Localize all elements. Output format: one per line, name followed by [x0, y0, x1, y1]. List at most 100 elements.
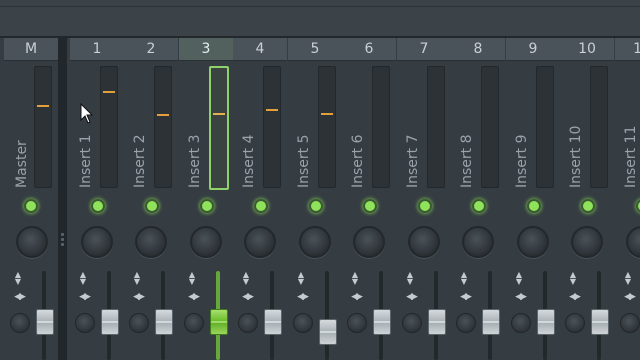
stereo-knob-icon[interactable] — [293, 313, 313, 333]
pan-knob-icon[interactable] — [135, 226, 167, 258]
swap-channels-icon[interactable]: ◀▶ — [238, 291, 256, 303]
volume-fader-icon[interactable] — [482, 309, 500, 335]
up-down-arrows-icon[interactable]: ▲ ▼ — [240, 271, 252, 286]
mixer-strip[interactable]: 5 Insert 5 ▲ ▼ ◀▶ — [288, 38, 342, 360]
up-down-arrows-icon[interactable]: ▲ ▼ — [404, 271, 416, 286]
pan-knob-icon[interactable] — [244, 226, 276, 258]
mixer-strip[interactable]: 4 Insert 4 ▲ ▼ ◀▶ — [233, 38, 287, 360]
send-led-icon[interactable] — [145, 199, 159, 213]
track-number[interactable]: 11 — [615, 38, 640, 61]
pan-knob-icon[interactable] — [299, 226, 331, 258]
track-number[interactable]: 10 — [560, 38, 614, 61]
swap-channels-icon[interactable]: ◀▶ — [402, 291, 420, 303]
up-down-arrows-icon[interactable]: ▲ ▼ — [295, 271, 307, 286]
track-name[interactable]: Insert 5 — [296, 134, 312, 188]
send-led-icon[interactable] — [363, 199, 377, 213]
pan-knob-icon[interactable] — [353, 226, 385, 258]
track-name[interactable]: Insert 7 — [405, 134, 421, 188]
level-meter[interactable] — [34, 66, 52, 188]
pan-knob-icon[interactable] — [408, 226, 440, 258]
stereo-knob-icon[interactable] — [565, 313, 585, 333]
stereo-knob-icon[interactable] — [402, 313, 422, 333]
level-meter[interactable] — [590, 66, 608, 188]
volume-fader-icon[interactable] — [101, 309, 119, 335]
mixer-strip[interactable]: 7 Insert 7 ▲ ▼ ◀▶ — [397, 38, 451, 360]
level-meter[interactable] — [372, 66, 390, 188]
pan-knob-icon[interactable] — [626, 226, 640, 258]
track-number[interactable]: 8 — [451, 38, 505, 61]
swap-channels-icon[interactable]: ◀▶ — [129, 291, 147, 303]
send-led-icon[interactable] — [581, 199, 595, 213]
send-led-icon[interactable] — [91, 199, 105, 213]
up-down-arrows-icon[interactable]: ▲ ▼ — [513, 271, 525, 286]
level-meter[interactable] — [318, 66, 336, 188]
mixer-strip[interactable]: 11 Insert 11 ▲▼ ◀▶ — [615, 38, 640, 360]
level-meter[interactable] — [427, 66, 445, 188]
swap-channels-icon[interactable]: ◀▶ — [75, 291, 93, 303]
track-name[interactable]: Insert 9 — [514, 134, 530, 188]
master-separator[interactable] — [58, 38, 67, 360]
track-number[interactable]: 6 — [342, 38, 396, 61]
level-meter[interactable] — [100, 66, 118, 188]
stereo-knob-icon[interactable] — [347, 313, 367, 333]
level-meter[interactable] — [481, 66, 499, 188]
stereo-knob-icon[interactable] — [511, 313, 531, 333]
track-name[interactable]: Insert 4 — [241, 134, 257, 188]
track-number[interactable]: 2 — [124, 38, 178, 61]
volume-fader-icon[interactable] — [591, 309, 609, 335]
swap-channels-icon[interactable]: ◀▶ — [620, 291, 638, 303]
pan-knob-icon[interactable] — [190, 226, 222, 258]
send-led-icon[interactable] — [24, 199, 38, 213]
track-name[interactable]: Insert 1 — [78, 134, 94, 188]
track-number[interactable]: 1 — [70, 38, 124, 61]
swap-channels-icon[interactable]: ◀▶ — [293, 291, 311, 303]
stereo-knob-icon[interactable] — [456, 313, 476, 333]
up-down-arrows-icon[interactable]: ▲ ▼ — [622, 271, 634, 286]
track-name[interactable]: Insert 8 — [459, 134, 475, 188]
stereo-knob-icon[interactable] — [620, 313, 640, 333]
pan-knob-icon[interactable] — [571, 226, 603, 258]
mixer-strip[interactable]: 10 Insert 10 ▲ ▼ ◀▶ — [560, 38, 614, 360]
pan-knob-icon[interactable] — [16, 226, 48, 258]
track-name[interactable]: Master — [14, 140, 30, 188]
level-meter[interactable] — [209, 66, 229, 190]
swap-channels-icon[interactable]: ◀▶ — [456, 291, 474, 303]
up-down-arrows-icon[interactable]: ▲ ▼ — [567, 271, 579, 286]
track-name[interactable]: Insert 11 — [623, 126, 639, 188]
track-number[interactable]: M — [4, 38, 58, 61]
swap-channels-icon[interactable]: ◀▶ — [565, 291, 583, 303]
track-name[interactable]: Insert 2 — [132, 134, 148, 188]
volume-fader-icon[interactable] — [264, 309, 282, 335]
volume-fader-icon[interactable] — [319, 319, 337, 345]
stereo-knob-icon[interactable] — [10, 313, 30, 333]
mixer-strip[interactable]: 1 Insert 1 ▲ ▼ ◀▶ — [70, 38, 124, 360]
volume-fader-icon[interactable] — [428, 309, 446, 335]
swap-channels-icon[interactable]: ◀▶ — [184, 291, 202, 303]
level-meter[interactable] — [263, 66, 281, 188]
volume-fader-icon[interactable] — [155, 309, 173, 335]
volume-fader-icon[interactable] — [36, 309, 54, 335]
up-down-arrows-icon[interactable]: ▲ ▼ — [186, 271, 198, 286]
mixer-strip[interactable]: 2 Insert 2 ▲ ▼ ◀▶ — [124, 38, 178, 360]
up-down-arrows-icon[interactable]: ▲ ▼ — [131, 271, 143, 286]
swap-channels-icon[interactable]: ◀▶ — [347, 291, 365, 303]
track-number[interactable]: 4 — [233, 38, 287, 61]
stereo-knob-icon[interactable] — [75, 313, 95, 333]
send-led-icon[interactable] — [636, 199, 640, 213]
mixer-strip[interactable]: 3 Insert 3 ▲ ▼ ◀▶ — [179, 38, 233, 360]
track-number[interactable]: 7 — [397, 38, 451, 61]
volume-fader-icon[interactable] — [210, 309, 228, 335]
send-led-icon[interactable] — [472, 199, 486, 213]
pan-knob-icon[interactable] — [462, 226, 494, 258]
up-down-arrows-icon[interactable]: ▲ ▼ — [77, 271, 89, 286]
track-name[interactable]: Insert 10 — [568, 126, 584, 188]
track-name[interactable]: Insert 6 — [350, 134, 366, 188]
up-down-arrows-icon[interactable]: ▲ ▼ — [458, 271, 470, 286]
volume-fader-icon[interactable] — [373, 309, 391, 335]
level-meter[interactable] — [536, 66, 554, 188]
up-down-arrows-icon[interactable]: ▲ ▼ — [12, 271, 24, 286]
pan-knob-icon[interactable] — [81, 226, 113, 258]
stereo-knob-icon[interactable] — [184, 313, 204, 333]
send-led-icon[interactable] — [254, 199, 268, 213]
level-meter[interactable] — [154, 66, 172, 188]
